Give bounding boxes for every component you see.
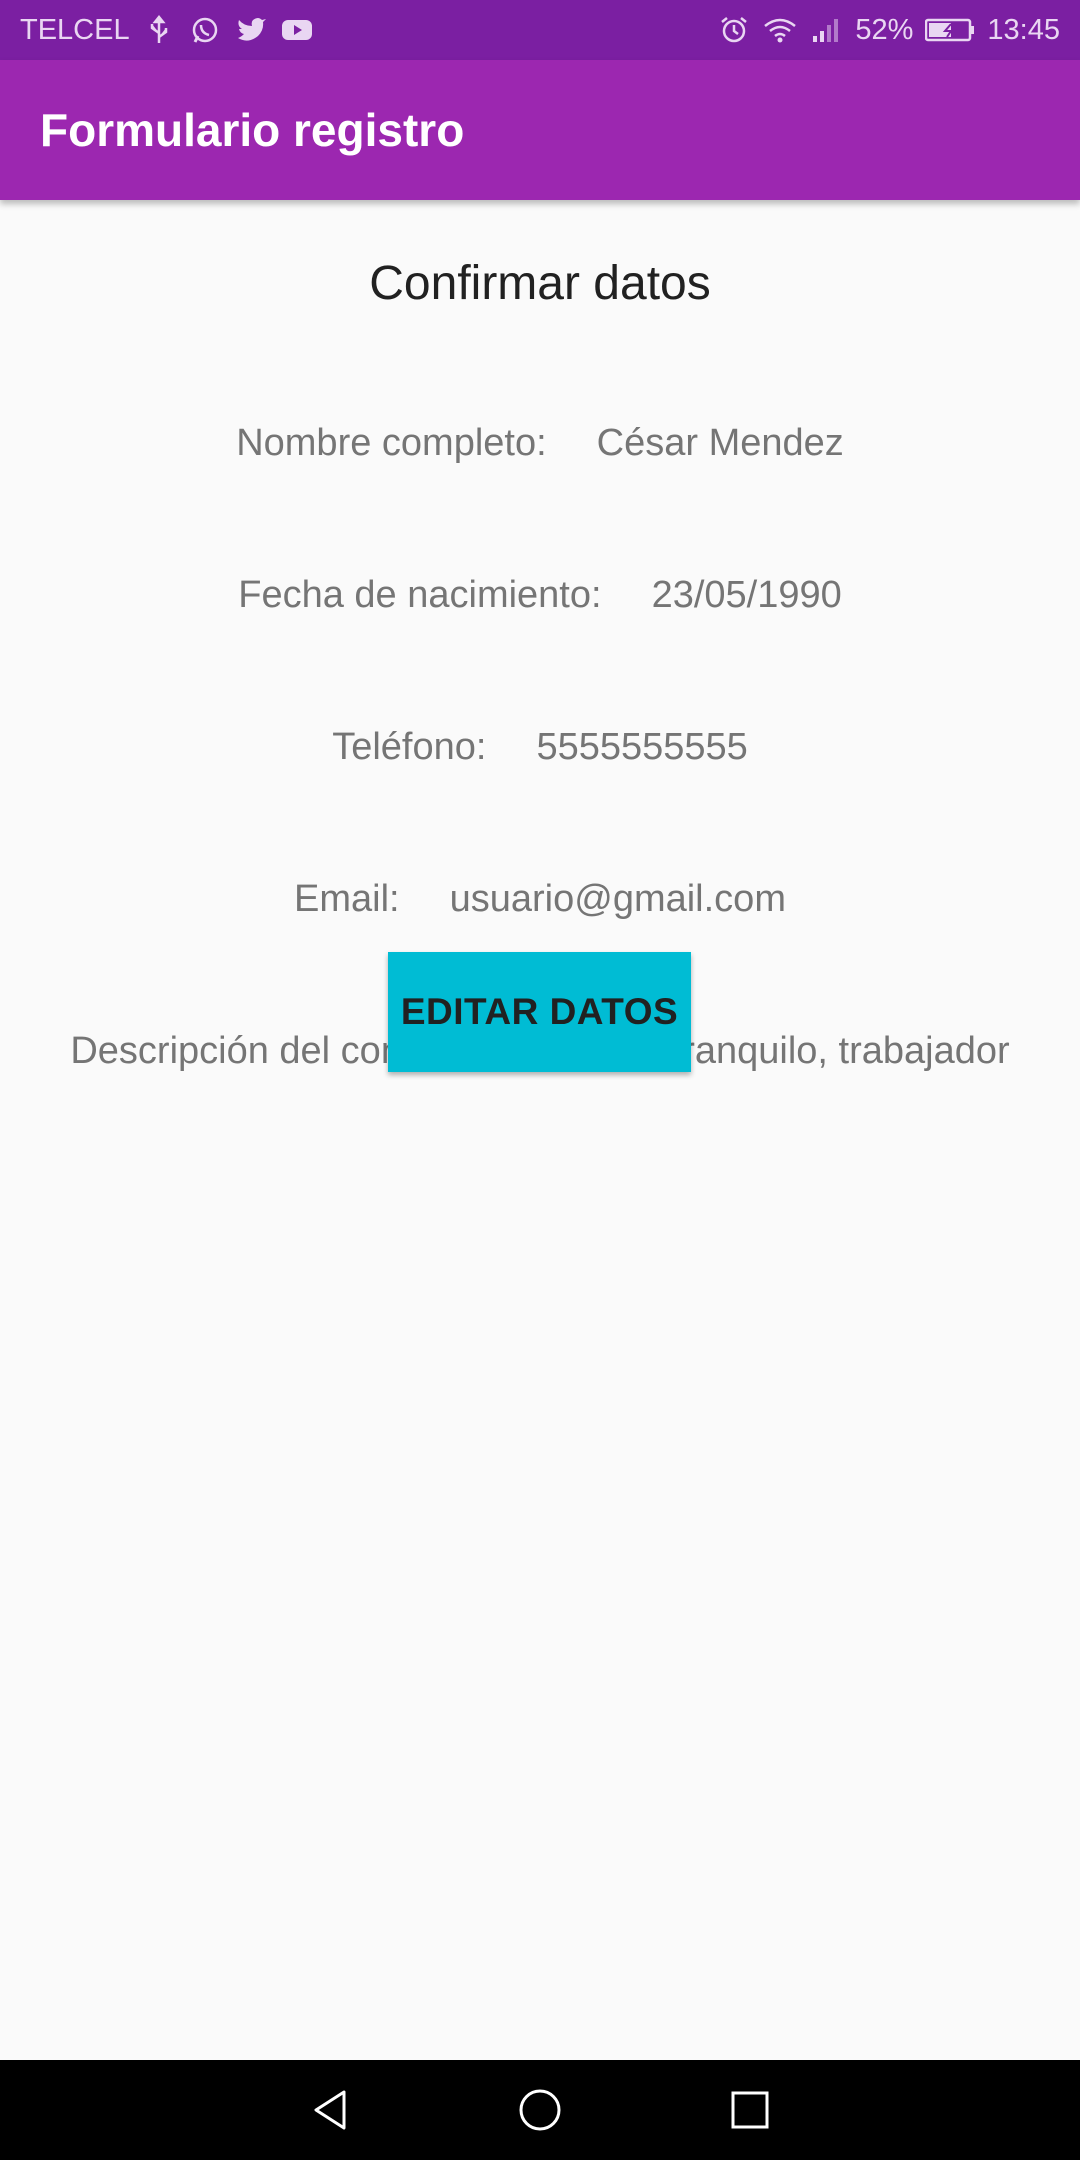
youtube-icon — [280, 13, 314, 47]
clock: 13:45 — [987, 13, 1060, 46]
navigation-bar — [0, 2060, 1080, 2160]
edit-data-button[interactable]: EDITAR DATOS — [388, 952, 691, 1072]
field-row-birth-date: Fecha de nacimiento: 23/05/1990 — [0, 574, 1080, 617]
recents-icon[interactable] — [720, 2080, 780, 2140]
field-label: Teléfono: — [332, 726, 487, 768]
app-title: Formulario registro — [40, 104, 465, 156]
field-label: Fecha de nacimiento: — [238, 574, 602, 616]
field-value: 5555555555 — [536, 726, 748, 768]
whatsapp-icon — [188, 13, 222, 47]
carrier-name: TELCEL — [20, 13, 130, 46]
home-icon[interactable] — [510, 2080, 570, 2140]
field-label: Nombre completo: — [236, 422, 547, 464]
app-bar: Formulario registro — [0, 60, 1080, 200]
field-value: 23/05/1990 — [651, 574, 842, 616]
wifi-icon — [763, 13, 797, 47]
status-bar: TELCEL 52% 13:45 — [0, 0, 1080, 60]
usb-icon — [142, 13, 176, 47]
field-row-email: Email: usuario@gmail.com — [0, 878, 1080, 921]
field-row-phone: Teléfono: 5555555555 — [0, 726, 1080, 769]
battery-percentage: 52% — [855, 13, 914, 46]
field-label: Email: — [294, 878, 400, 920]
page-title: Confirmar datos — [369, 257, 711, 310]
status-bar-left: TELCEL — [20, 13, 314, 47]
back-icon[interactable] — [300, 2080, 360, 2140]
signal-icon — [809, 13, 843, 47]
twitter-icon — [234, 13, 268, 47]
field-value: usuario@gmail.com — [449, 878, 786, 920]
field-row-full-name: Nombre completo: César Mendez — [0, 422, 1080, 465]
alarm-icon — [717, 13, 751, 47]
field-value: César Mendez — [596, 422, 844, 464]
status-bar-right: 52% 13:45 — [717, 13, 1060, 47]
battery-icon — [925, 13, 975, 47]
